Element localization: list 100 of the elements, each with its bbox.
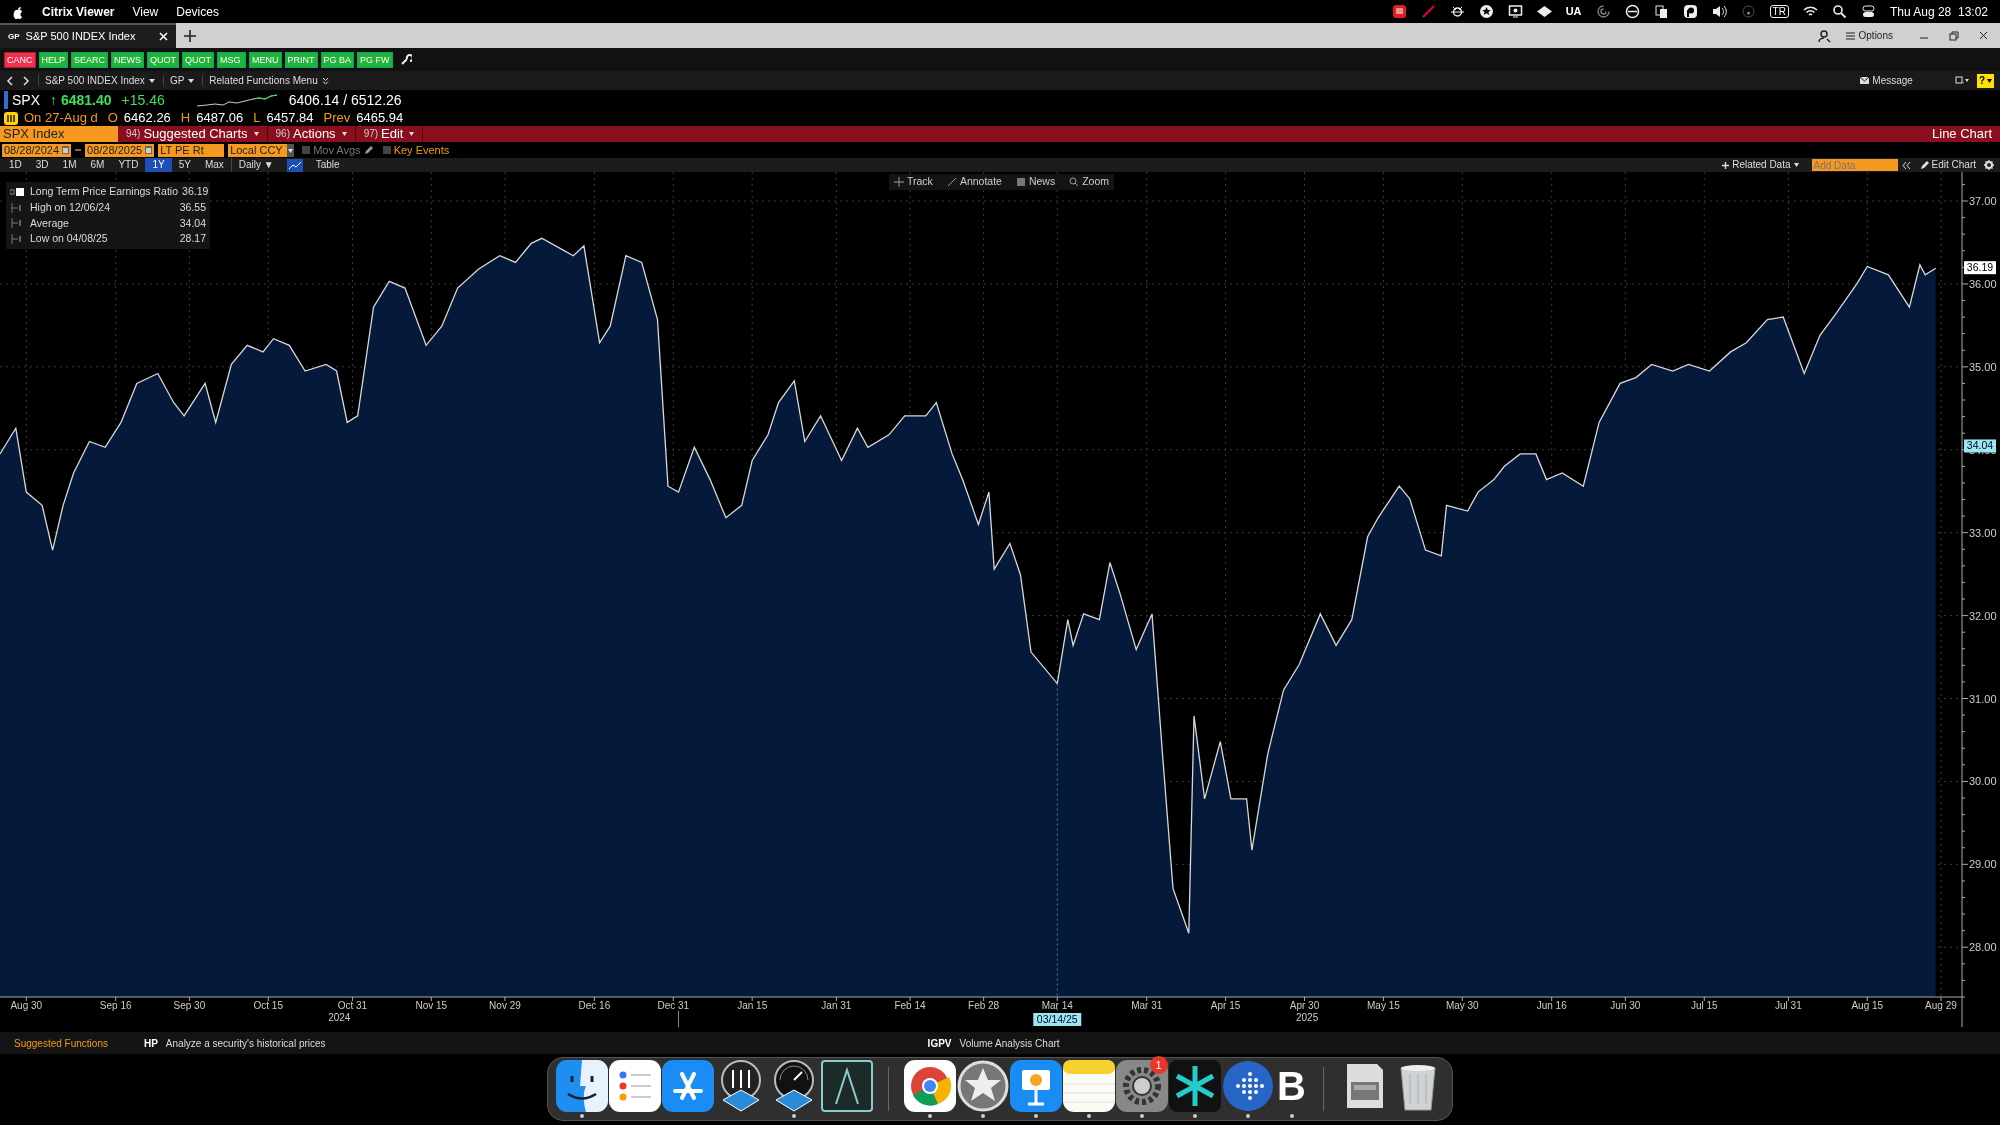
period-tab[interactable]: 1Y — [145, 158, 172, 172]
plus-icon — [1722, 161, 1730, 169]
control-center-icon[interactable] — [1860, 4, 1876, 19]
related-functions-menu[interactable]: Related Functions Menu — [202, 73, 329, 88]
table-button[interactable]: Table — [308, 158, 347, 172]
forward-icon[interactable] — [22, 75, 30, 86]
chart-tool-button[interactable]: Zoom — [1064, 174, 1115, 190]
period-tab[interactable]: 3D — [28, 158, 56, 172]
collapse-icon[interactable] — [1901, 160, 1912, 170]
axis-label: May 15 — [1367, 1000, 1400, 1011]
app-name[interactable]: Citrix Viewer — [42, 2, 115, 21]
search-icon[interactable] — [1831, 4, 1847, 19]
period-tab[interactable]: 5Y — [171, 158, 198, 172]
add-tab-icon[interactable] — [182, 27, 198, 44]
axis-label: Apr 30 — [1289, 1000, 1320, 1011]
quote-value: 6462.26 — [123, 109, 171, 128]
bug-icon[interactable] — [1449, 4, 1465, 19]
menu-icon — [1845, 31, 1855, 40]
status-text[interactable]: UA — [1565, 3, 1582, 20]
documents-icon[interactable] — [1653, 4, 1669, 19]
person-search-icon[interactable] — [1817, 28, 1832, 43]
checkbox[interactable] — [382, 146, 391, 154]
security-dropdown[interactable]: S&P 500 INDEX Index — [38, 73, 155, 88]
axis-label: 32.00 — [1969, 609, 1997, 622]
period-tab[interactable]: YTD — [111, 158, 146, 172]
chart-tool-button[interactable]: Track — [889, 174, 938, 190]
speaker-icon[interactable] — [1711, 4, 1727, 19]
notepad-icon[interactable] — [1062, 1060, 1115, 1112]
add-data-field[interactable]: Add Data — [1811, 159, 1898, 171]
crosshair-icon — [894, 176, 904, 187]
back-icon[interactable] — [6, 75, 14, 86]
related-data-button[interactable]: Related Data — [1715, 158, 1806, 172]
function-link[interactable]: IGPV Volume Analysis Chart — [927, 1035, 1060, 1051]
apple-icon[interactable] — [12, 4, 24, 19]
face-icon[interactable] — [556, 1060, 608, 1112]
lambda-icon[interactable] — [821, 1060, 873, 1112]
end-date-field[interactable]: 08/28/2025 — [85, 143, 155, 157]
function-link[interactable]: HP Analyze a security's historical prices — [143, 1035, 326, 1051]
legend-stat-label: Low on 04/08/25 — [30, 231, 109, 247]
frequency-dropdown[interactable]: Daily ▼ — [230, 158, 281, 172]
function-dropdown[interactable]: GP — [162, 73, 195, 88]
window-export-icon[interactable] — [1954, 76, 1969, 85]
app-store-icon[interactable] — [662, 1060, 714, 1112]
app-letter-icon[interactable]: B — [1277, 1060, 1306, 1112]
quote-label: L — [253, 109, 261, 128]
menu-item[interactable]: Devices — [176, 2, 219, 21]
period-tab[interactable]: Max — [197, 158, 231, 172]
field-selector[interactable]: LT PE Rt — [158, 143, 225, 157]
close-icon[interactable] — [1979, 31, 1988, 40]
podium-icon[interactable] — [1009, 1060, 1062, 1112]
security-field[interactable]: SPX Index — [0, 126, 118, 142]
diamond-icon[interactable] — [1536, 4, 1552, 19]
series-swatch[interactable] — [10, 186, 26, 197]
settings-icon[interactable] — [1984, 160, 1994, 170]
axis-label: Apr 15 — [1210, 1000, 1241, 1011]
period-tab[interactable]: 6M — [83, 158, 112, 172]
edit-chart-button[interactable]: Edit Chart — [1915, 158, 1980, 172]
start-date-field[interactable]: 08/28/2024 — [2, 143, 72, 157]
alert-icon[interactable] — [4, 111, 18, 125]
slash-icon[interactable] — [1420, 4, 1436, 19]
wrench-icon[interactable] — [399, 53, 412, 66]
help-button[interactable]: ? — [1976, 73, 1994, 88]
spiral-icon[interactable] — [1595, 4, 1611, 19]
period-tab[interactable]: 1M — [55, 158, 84, 172]
axis-label: Jun 16 — [1536, 1000, 1567, 1011]
lp-badge-icon[interactable] — [1391, 4, 1407, 19]
status-text[interactable]: TR — [1769, 5, 1789, 18]
annotation: 03/14/25 — [1036, 1013, 1078, 1025]
chart-tool-button[interactable]: Annotate — [941, 174, 1007, 190]
monitor-icon[interactable] — [1507, 4, 1523, 19]
star-circle-icon[interactable] — [1478, 4, 1494, 19]
message-button[interactable]: Message — [1860, 73, 1913, 88]
document-icon — [1015, 176, 1026, 187]
dotted-circle-icon[interactable] — [1221, 1060, 1274, 1112]
suggested-functions-label: Suggested Functions — [14, 1036, 108, 1051]
dot-circle-icon[interactable] — [1740, 4, 1756, 19]
legend-title: Long Term Price Earnings Ratio — [30, 184, 179, 199]
chart-type-title: Line Chart — [1932, 125, 1992, 144]
period-tab[interactable]: 1D — [2, 158, 29, 172]
gear-icon[interactable] — [1115, 1060, 1168, 1112]
restore-icon[interactable] — [1949, 30, 1959, 41]
clock: Thu Aug 28 13:02 — [1889, 3, 1988, 21]
window-tab[interactable]: GP S&P 500 INDEX Index — [0, 23, 176, 48]
quote-value: 6465.94 — [356, 109, 404, 128]
browser-icon[interactable] — [903, 1060, 956, 1112]
line-chart-icon[interactable] — [286, 158, 303, 172]
currency-dropdown[interactable]: Local CCY — [228, 143, 293, 157]
p-logo-icon[interactable] — [1682, 4, 1698, 19]
options-button[interactable]: Options — [1845, 28, 1893, 43]
chart-tool-button[interactable]: News — [1010, 174, 1061, 190]
quote-label: H — [180, 109, 191, 128]
menu-item[interactable]: View — [132, 2, 159, 21]
axis-label: Dec 16 — [578, 1000, 611, 1011]
axis-label: 36.00 — [1969, 277, 1997, 290]
option-toggle[interactable]: Key Events — [382, 141, 450, 159]
net-change: +15.46 — [121, 90, 165, 110]
checklist-icon[interactable] — [609, 1060, 661, 1112]
asterisk-icon[interactable] — [1168, 1060, 1221, 1112]
function-key[interactable]: CANC — [4, 51, 36, 68]
axis-label: Jan 31 — [821, 1000, 852, 1011]
